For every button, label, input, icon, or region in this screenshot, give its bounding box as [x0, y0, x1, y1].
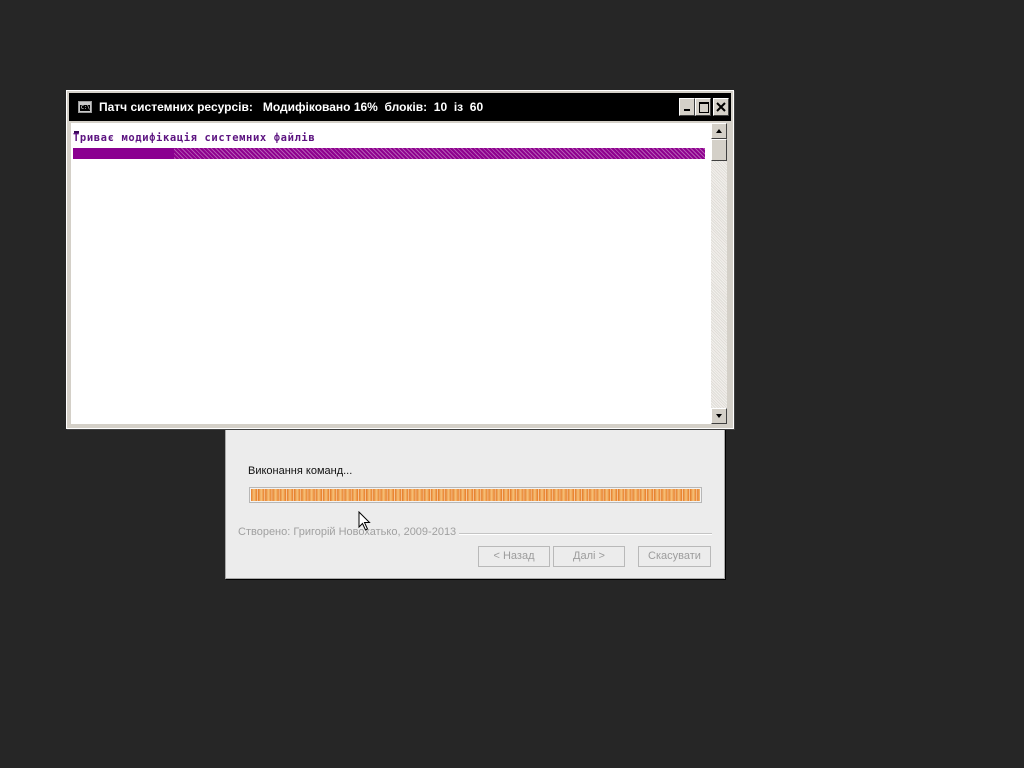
- close-button[interactable]: [713, 98, 729, 116]
- next-button[interactable]: Далі >: [553, 546, 625, 567]
- console-scrollbar[interactable]: [711, 123, 727, 424]
- console-window: C:\ Патч системних ресурсів: Модифікован…: [66, 90, 734, 429]
- close-icon: [716, 102, 726, 112]
- arrow-down-icon: [716, 414, 722, 418]
- console-app-icon-label: C:\: [81, 105, 91, 111]
- scroll-thumb[interactable]: [711, 139, 727, 161]
- console-progress-fill: [73, 148, 175, 159]
- cancel-button[interactable]: Скасувати: [638, 546, 711, 567]
- console-title: Патч системних ресурсів: Модифіковано 16…: [99, 100, 484, 114]
- installer-progress-fill: [251, 489, 700, 501]
- console-progress-bar: [73, 148, 705, 159]
- installer-dialog: Виконання команд... Створено: Григорій Н…: [225, 428, 725, 579]
- mouse-pointer-icon: [358, 511, 371, 531]
- scroll-up-button[interactable]: [711, 123, 727, 139]
- console-titlebar[interactable]: C:\ Патч системних ресурсів: Модифікован…: [69, 93, 731, 121]
- arrow-up-icon: [716, 129, 722, 133]
- installer-status-text: Виконання команд...: [248, 465, 353, 477]
- scroll-down-button[interactable]: [711, 408, 727, 424]
- credits-row: Створено: Григорій Новохатько, 2009-2013: [238, 526, 712, 540]
- console-message: Триває модифікація системних файлів: [73, 132, 316, 144]
- maximize-button[interactable]: [695, 98, 711, 116]
- console-output[interactable]: Триває модифікація системних файлів: [71, 123, 711, 424]
- console-app-icon[interactable]: C:\: [78, 101, 92, 113]
- back-button[interactable]: < Назад: [478, 546, 550, 567]
- credits-text: Створено: Григорій Новохатько, 2009-2013: [238, 526, 460, 538]
- minimize-button[interactable]: [679, 98, 695, 116]
- installer-progress-bar: [249, 487, 702, 503]
